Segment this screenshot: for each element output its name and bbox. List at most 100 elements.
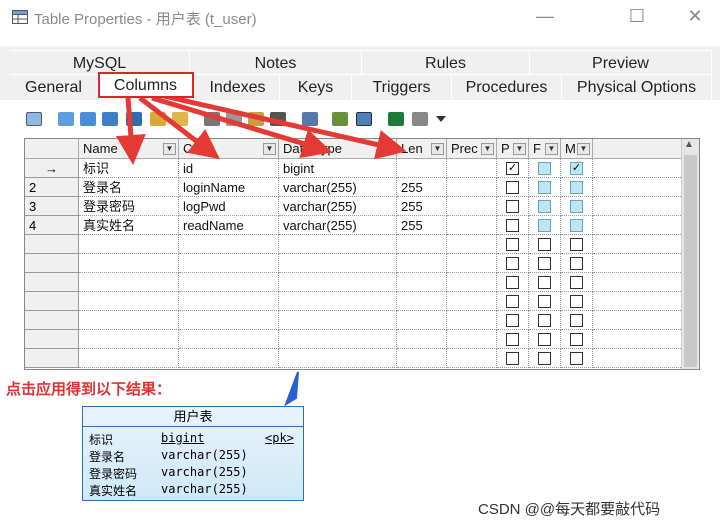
checkbox-p[interactable] — [506, 314, 519, 327]
filter-icon[interactable] — [332, 112, 348, 126]
scroll-up-icon[interactable]: ▲ — [684, 139, 694, 150]
row-header[interactable] — [25, 330, 79, 349]
cell-code[interactable]: readName — [179, 216, 279, 235]
cell-code[interactable] — [179, 349, 279, 368]
row-header[interactable]: 2 — [25, 178, 79, 197]
close-button[interactable]: ✕ — [680, 6, 710, 27]
checkbox-f[interactable] — [538, 181, 551, 194]
checkbox-m[interactable] — [570, 333, 583, 346]
cell-name[interactable] — [79, 349, 179, 368]
col-header-prec[interactable]: Prec ▼ — [447, 139, 497, 159]
row-header[interactable]: 4 — [25, 216, 79, 235]
paste-icon[interactable] — [248, 112, 264, 126]
checkbox-f[interactable] — [538, 219, 551, 232]
cell-name[interactable] — [79, 254, 179, 273]
col-header-p[interactable]: P ▼ — [497, 139, 529, 159]
col-header-data-type[interactable]: Data Type ▼ — [279, 139, 397, 159]
cell-name[interactable] — [79, 330, 179, 349]
cell-name[interactable]: 登录名 — [79, 178, 179, 197]
checkbox-f[interactable] — [538, 276, 551, 289]
cell-type[interactable] — [279, 311, 397, 330]
checkbox-p[interactable] — [506, 181, 519, 194]
chevron-down-icon[interactable]: ▼ — [163, 143, 176, 155]
tab-preview[interactable]: Preview — [530, 50, 712, 76]
cell-type[interactable] — [279, 330, 397, 349]
cell-type[interactable]: varchar(255) — [279, 178, 397, 197]
row-header[interactable]: 3 — [25, 197, 79, 216]
checkbox-p[interactable] — [506, 276, 519, 289]
cell-len[interactable] — [397, 349, 447, 368]
checkbox-p[interactable] — [506, 200, 519, 213]
cell-prec[interactable] — [447, 235, 497, 254]
cut-icon[interactable] — [204, 112, 220, 126]
checkbox-f[interactable] — [538, 352, 551, 365]
maximize-button[interactable]: ☐ — [622, 6, 652, 27]
checkbox-f[interactable] — [538, 314, 551, 327]
cell-len[interactable] — [397, 311, 447, 330]
properties-icon[interactable] — [26, 112, 42, 126]
chevron-down-icon[interactable]: ▼ — [263, 143, 276, 155]
row-header[interactable] — [25, 254, 79, 273]
cell-name[interactable] — [79, 311, 179, 330]
tab-notes[interactable]: Notes — [190, 50, 362, 76]
checkbox-p[interactable] — [506, 219, 519, 232]
col-header-f[interactable]: F ▼ — [529, 139, 561, 159]
cell-prec[interactable] — [447, 216, 497, 235]
columns-grid[interactable]: Name ▼ Code ▼ Data Type ▼ Len ▼ Prec ▼ P ▼ F ▼ … — [24, 138, 700, 370]
cell-prec[interactable] — [447, 311, 497, 330]
cell-type[interactable]: varchar(255) — [279, 216, 397, 235]
scrollbar-thumb[interactable] — [684, 155, 697, 367]
cell-prec[interactable] — [447, 292, 497, 311]
chevron-down-icon[interactable]: ▼ — [577, 143, 590, 155]
row-header[interactable] — [25, 235, 79, 254]
print-icon[interactable] — [412, 112, 428, 126]
chevron-down-icon[interactable] — [436, 116, 446, 122]
move-down-icon[interactable] — [172, 112, 188, 126]
cell-len[interactable]: 255 — [397, 216, 447, 235]
cell-len[interactable] — [397, 254, 447, 273]
insert-row-icon[interactable] — [58, 112, 74, 126]
delete-icon[interactable] — [270, 112, 286, 126]
tab-rules[interactable]: Rules — [362, 50, 530, 76]
cell-code[interactable] — [179, 292, 279, 311]
copy-icon[interactable] — [226, 112, 242, 126]
cell-type[interactable]: varchar(255) — [279, 197, 397, 216]
col-header-m[interactable]: M ▼ — [561, 139, 593, 159]
tab-general[interactable]: General — [10, 74, 98, 100]
row-header[interactable] — [25, 292, 79, 311]
checkbox-f[interactable] — [538, 257, 551, 270]
cell-prec[interactable] — [447, 178, 497, 197]
cell-code[interactable]: logPwd — [179, 197, 279, 216]
checkbox-m[interactable] — [570, 295, 583, 308]
chevron-down-icon[interactable]: ▼ — [481, 143, 494, 155]
checkbox-m[interactable] — [570, 238, 583, 251]
cell-code[interactable]: loginName — [179, 178, 279, 197]
row-header[interactable]: → — [25, 159, 79, 178]
checkbox-m[interactable]: ✓ — [570, 162, 583, 175]
excel-export-icon[interactable] — [388, 112, 404, 126]
checkbox-m[interactable] — [570, 314, 583, 327]
cell-code[interactable] — [179, 330, 279, 349]
chevron-down-icon[interactable]: ▼ — [381, 143, 394, 155]
cell-name[interactable]: 登录密码 — [79, 197, 179, 216]
row-header[interactable] — [25, 311, 79, 330]
cell-name[interactable] — [79, 235, 179, 254]
row-header[interactable] — [25, 273, 79, 292]
cell-code[interactable] — [179, 311, 279, 330]
chevron-down-icon[interactable]: ▼ — [431, 143, 444, 155]
tab-triggers[interactable]: Triggers — [352, 74, 452, 100]
minimize-button[interactable]: — — [530, 6, 560, 27]
cell-type[interactable] — [279, 273, 397, 292]
cell-code[interactable] — [179, 235, 279, 254]
cell-prec[interactable] — [447, 273, 497, 292]
checkbox-m[interactable] — [570, 181, 583, 194]
cell-len[interactable] — [397, 235, 447, 254]
cell-name[interactable]: 标识 — [79, 159, 179, 178]
chevron-down-icon[interactable]: ▼ — [513, 143, 526, 155]
tab-indexes[interactable]: Indexes — [196, 74, 280, 100]
cell-len[interactable]: 255 — [397, 197, 447, 216]
cell-prec[interactable] — [447, 197, 497, 216]
col-header-name[interactable]: Name ▼ — [79, 139, 179, 159]
find-icon[interactable] — [302, 112, 318, 126]
cell-code[interactable] — [179, 254, 279, 273]
